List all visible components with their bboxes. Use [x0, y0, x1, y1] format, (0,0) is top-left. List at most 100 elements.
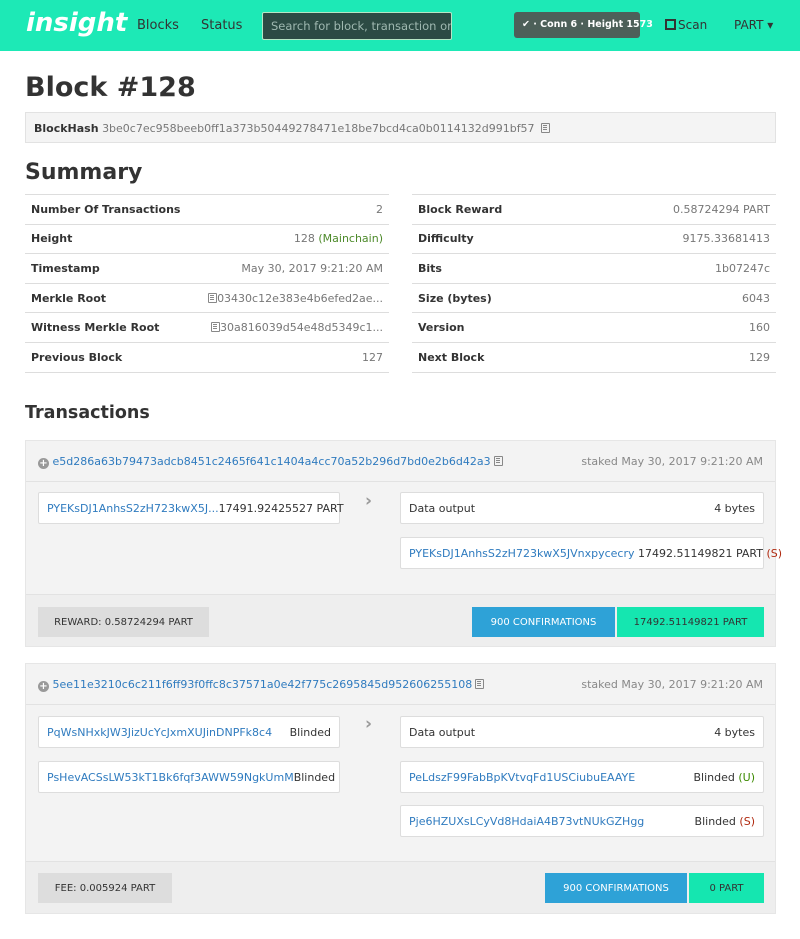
nav-blocks-link[interactable]: Blocks — [137, 18, 179, 33]
chevron-right-icon: › — [365, 714, 373, 734]
summary-table-left: Number Of Transactions 2 Height 128 (Mai… — [25, 194, 389, 373]
witness-merkle-root-value: 30a816039d54e48d5349c1... — [220, 321, 383, 335]
page-title: Block #128 — [25, 72, 196, 103]
output-value: 4 bytes — [714, 501, 755, 515]
summary-label: Merkle Root — [31, 291, 107, 305]
blockhash-box: BlockHash 3be0c7ec958beeb0ff1a373b504492… — [25, 112, 776, 143]
blockhash-value: 3be0c7ec958beeb0ff1a373b50449278471e18be… — [102, 122, 535, 135]
summary-label: Number Of Transactions — [31, 202, 181, 216]
output-address-link[interactable]: PeLdszF99FabBpKVtvqFd1USCiubuEAAYE — [409, 771, 635, 784]
connection-status-badge: ✔ · Conn 6 · Height 1573 — [514, 12, 653, 38]
summary-title: Summary — [25, 160, 143, 185]
transaction-footer: REWARD: 0.58724294 PART 900 CONFIRMATION… — [26, 594, 775, 646]
top-navbar: insight Blocks Status Search for block, … — [0, 0, 800, 51]
unspent-flag: (U) — [738, 770, 755, 784]
chevron-right-icon: › — [365, 491, 373, 511]
staked-timestamp: staked May 30, 2017 9:21:20 AM — [581, 678, 763, 691]
summary-value: 0.58724294 PART — [673, 202, 770, 216]
summary-label: Previous Block — [31, 350, 123, 364]
summary-row: Timestamp May 30, 2017 9:21:20 AM — [25, 254, 389, 284]
summary-row: Witness Merkle Root 30a816039d54e48d5349… — [25, 313, 389, 343]
search-input[interactable]: Search for block, transaction or address — [262, 12, 452, 40]
previous-block-link[interactable]: 127 — [362, 351, 383, 364]
summary-row: Version 160 — [412, 313, 776, 343]
summary-label: Difficulty — [418, 232, 474, 246]
summary-label: Timestamp — [31, 261, 100, 275]
input-box: PqWsNHxkJW3JizUcYcJxmXUJinDNPFk8c4 Blind… — [38, 716, 340, 748]
input-amount: Blinded — [293, 770, 336, 784]
output-amount: 17492.51149821 PART — [637, 546, 763, 560]
output-value: 4 bytes — [714, 725, 755, 739]
output-box: Data output 4 bytes — [400, 492, 764, 524]
copy-icon[interactable] — [541, 123, 551, 133]
merkle-root-value: 03430c12e383e4b6efed2ae... — [217, 291, 383, 305]
summary-row: Bits 1b07247c — [412, 254, 776, 284]
mainchain-label: (Mainchain) — [318, 232, 383, 246]
scan-button[interactable]: Scan — [665, 18, 707, 32]
fee-badge: FEE: 0.005924 PART — [38, 873, 172, 903]
input-box: PsHevACSsLW53kT1Bk6fqf3AWW59NgkUmM Blind… — [38, 761, 340, 793]
output-address-link[interactable]: Pje6HZUXsLCyVd8HdaiA4B73vtNUkGZHgg — [409, 815, 644, 828]
reward-badge: REWARD: 0.58724294 PART — [38, 607, 209, 637]
transaction-header: + e5d286a63b79473adcb8451c2465f641c1404a… — [26, 441, 775, 482]
expand-icon[interactable]: + — [38, 681, 49, 692]
transaction-card: + e5d286a63b79473adcb8451c2465f641c1404a… — [25, 440, 782, 647]
nav-status-link[interactable]: Status — [201, 18, 242, 33]
transaction-card: + 5ee11e3210c6c211f6ff93f0ffc8c37571a0e4… — [25, 663, 776, 914]
output-box: Pje6HZUXsLCyVd8HdaiA4B73vtNUkGZHgg Blind… — [400, 805, 764, 837]
summary-row: Merkle Root 03430c12e383e4b6efed2ae... — [25, 284, 389, 314]
summary-table-right: Block Reward 0.58724294 PART Difficulty … — [412, 194, 776, 373]
total-amount-button[interactable]: 17492.51149821 PART — [617, 607, 764, 637]
summary-label: Height — [31, 232, 73, 246]
output-label: Data output — [409, 725, 476, 739]
summary-label: Witness Merkle Root — [31, 321, 160, 335]
output-address-link[interactable]: PYEKsDJ1AnhsS2zH723kwX5JVnxpycecry — [409, 547, 634, 560]
brand-logo[interactable]: insight — [26, 8, 127, 38]
copy-icon[interactable] — [493, 456, 503, 466]
confirmations-button[interactable]: 900 CONFIRMATIONS — [545, 873, 687, 903]
transaction-header: + 5ee11e3210c6c211f6ff93f0ffc8c37571a0e4… — [26, 664, 775, 705]
currency-dropdown[interactable]: PART ▾ — [734, 18, 773, 32]
qr-code-icon — [665, 19, 676, 30]
expand-icon[interactable]: + — [38, 458, 49, 469]
summary-row: Height 128 (Mainchain) — [25, 225, 389, 255]
input-box: PYEKsDJ1AnhsS2zH723kwX5J... 17491.924255… — [38, 492, 344, 524]
summary-value: May 30, 2017 9:21:20 AM — [241, 261, 383, 275]
summary-value: 160 — [749, 321, 770, 335]
output-box: Data output 4 bytes — [400, 716, 764, 748]
transaction-footer: FEE: 0.005924 PART 900 CONFIRMATIONS 0 P… — [26, 861, 775, 913]
blockhash-label: BlockHash — [34, 122, 99, 135]
summary-value: 2 — [376, 202, 383, 216]
summary-row: Difficulty 9175.33681413 — [412, 225, 776, 255]
input-address-link[interactable]: PqWsNHxkJW3JizUcYcJxmXUJinDNPFk8c4 — [47, 726, 272, 739]
summary-label: Version — [418, 321, 465, 335]
spent-flag: (S) — [739, 814, 755, 828]
next-block-link[interactable]: 129 — [749, 351, 770, 364]
summary-row: Number Of Transactions 2 — [25, 195, 389, 225]
output-label: Data output — [409, 501, 476, 515]
summary-label: Bits — [418, 261, 442, 275]
copy-icon[interactable] — [211, 322, 220, 333]
summary-value: 6043 — [742, 291, 770, 305]
confirmations-button[interactable]: 900 CONFIRMATIONS — [472, 607, 615, 637]
copy-icon[interactable] — [208, 292, 218, 303]
summary-label: Size (bytes) — [418, 291, 492, 305]
summary-value: 1b07247c — [714, 261, 770, 275]
txid-link[interactable]: e5d286a63b79473adcb8451c2465f641c1404a4c… — [53, 455, 491, 468]
copy-icon[interactable] — [475, 679, 485, 689]
spent-flag: (S) — [766, 546, 783, 560]
summary-row: Next Block 129 — [412, 343, 776, 373]
scan-label: Scan — [678, 18, 708, 32]
height-value: 128 — [293, 232, 315, 246]
output-box: PYEKsDJ1AnhsS2zH723kwX5JVnxpycecry 17492… — [400, 537, 782, 569]
summary-label: Next Block — [418, 350, 485, 364]
summary-label: Block Reward — [418, 202, 503, 216]
transactions-title: Transactions — [25, 403, 150, 423]
input-address-link[interactable]: PsHevACSsLW53kT1Bk6fqf3AWW59NgkUmM — [47, 771, 294, 784]
input-address-link[interactable]: PYEKsDJ1AnhsS2zH723kwX5J... — [47, 502, 219, 515]
total-amount-button[interactable]: 0 PART — [689, 873, 764, 903]
summary-row: Block Reward 0.58724294 PART — [412, 195, 776, 225]
txid-link[interactable]: 5ee11e3210c6c211f6ff93f0ffc8c37571a0e42f… — [53, 678, 473, 691]
summary-value: 9175.33681413 — [682, 232, 770, 246]
output-amount: Blinded — [694, 814, 736, 828]
